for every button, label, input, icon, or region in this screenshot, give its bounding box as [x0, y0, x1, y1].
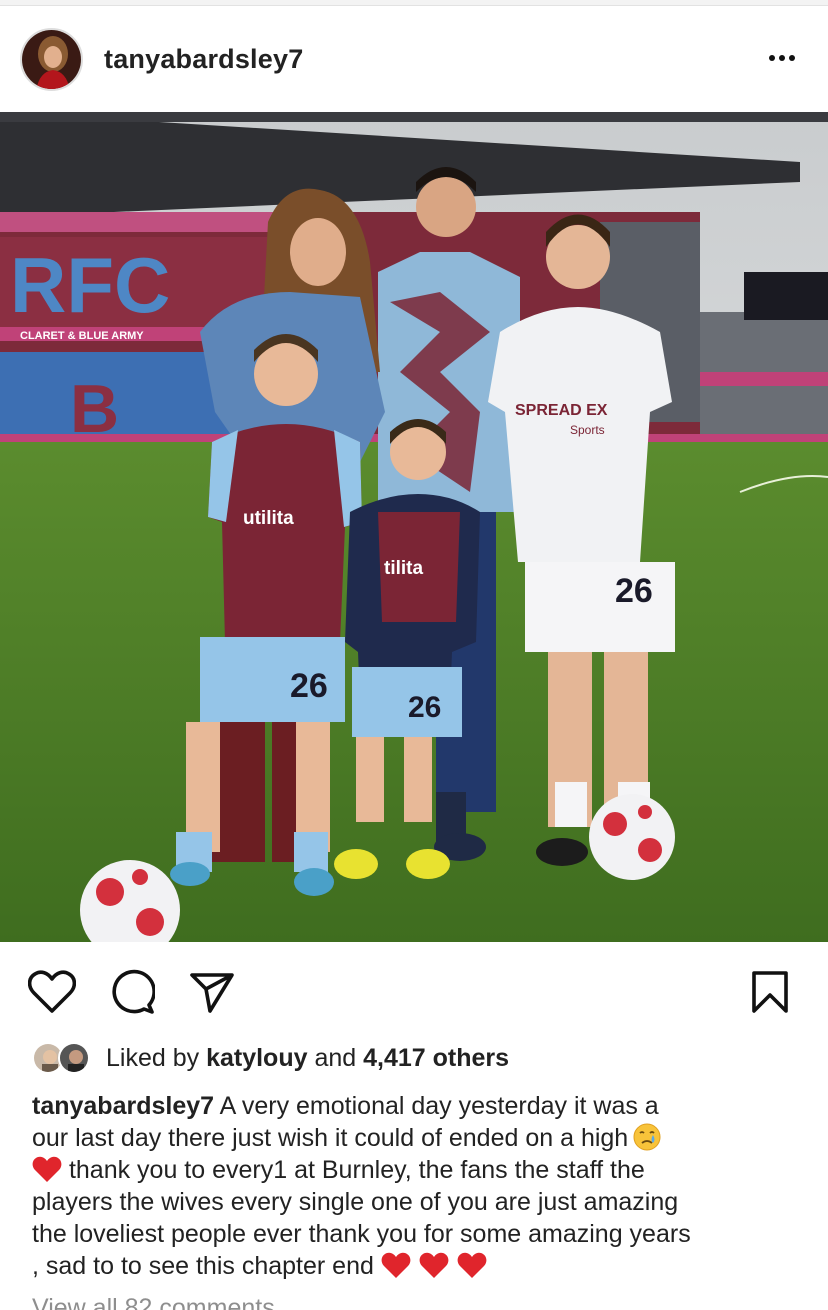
post-username[interactable]: tanyabardsley7	[104, 44, 303, 75]
red-heart-emoji-icon	[419, 1252, 449, 1278]
liked-by-user[interactable]: katylouy	[206, 1044, 307, 1072]
view-all-comments-link[interactable]: View all 82 comments	[32, 1294, 275, 1310]
bookmark-icon[interactable]	[744, 966, 796, 1018]
caption-line-5: the loveliest people ever thank you for …	[32, 1220, 691, 1248]
red-heart-emoji-icon	[32, 1156, 62, 1182]
crying-face-emoji-icon	[633, 1123, 661, 1151]
caption-line-3: thank you to every1 at Burnley, the fans…	[62, 1156, 645, 1184]
post-photo[interactable]: RFC CLARET & BLUE ARMY B SPREAD EX Sport…	[0, 112, 828, 942]
stand-banner: CLARET & BLUE ARMY	[20, 330, 144, 342]
stand-letters: RFC	[10, 241, 170, 329]
likes-prefix: Liked by	[106, 1043, 207, 1072]
heart-icon[interactable]	[26, 966, 78, 1018]
comment-icon[interactable]	[106, 966, 158, 1018]
caption-line-4: players the wives every single one of yo…	[32, 1188, 679, 1216]
post-header: tanyabardsley7	[0, 6, 828, 112]
liker-avatar	[58, 1042, 90, 1074]
middle-boy-number: 26	[290, 667, 328, 705]
red-heart-emoji-icon	[381, 1252, 411, 1278]
football-right	[589, 794, 675, 880]
caption-line-1: A very emotional day yesterday it was a	[214, 1092, 659, 1120]
away-sponsor-sub: Sports	[570, 423, 605, 437]
likes-connector: and	[307, 1043, 364, 1072]
more-options-icon[interactable]	[760, 40, 804, 76]
user-avatar[interactable]	[20, 28, 83, 91]
older-boy-number: 26	[615, 572, 653, 610]
middle-boy-sponsor: utilita	[243, 508, 294, 529]
red-heart-emoji-icon	[457, 1252, 487, 1278]
send-icon[interactable]	[186, 966, 238, 1018]
caption-username[interactable]: tanyabardsley7	[32, 1092, 214, 1120]
likes-row: Liked by katylouy and 4,417 others	[32, 1038, 812, 1078]
svg-text:tilita: tilita	[384, 558, 423, 579]
away-sponsor: SPREAD EX	[515, 402, 608, 419]
post-caption: tanyabardsley7 A very emotional day yest…	[32, 1090, 808, 1282]
caption-line-2: our last day there just wish it could of…	[32, 1124, 629, 1152]
liked-by-avatars[interactable]	[32, 1040, 98, 1076]
caption-line-6: , sad to to see this chapter end	[32, 1252, 374, 1280]
post-actions	[0, 942, 828, 1038]
likes-count[interactable]: 4,417 others	[363, 1044, 509, 1072]
svg-text:26: 26	[408, 691, 441, 724]
